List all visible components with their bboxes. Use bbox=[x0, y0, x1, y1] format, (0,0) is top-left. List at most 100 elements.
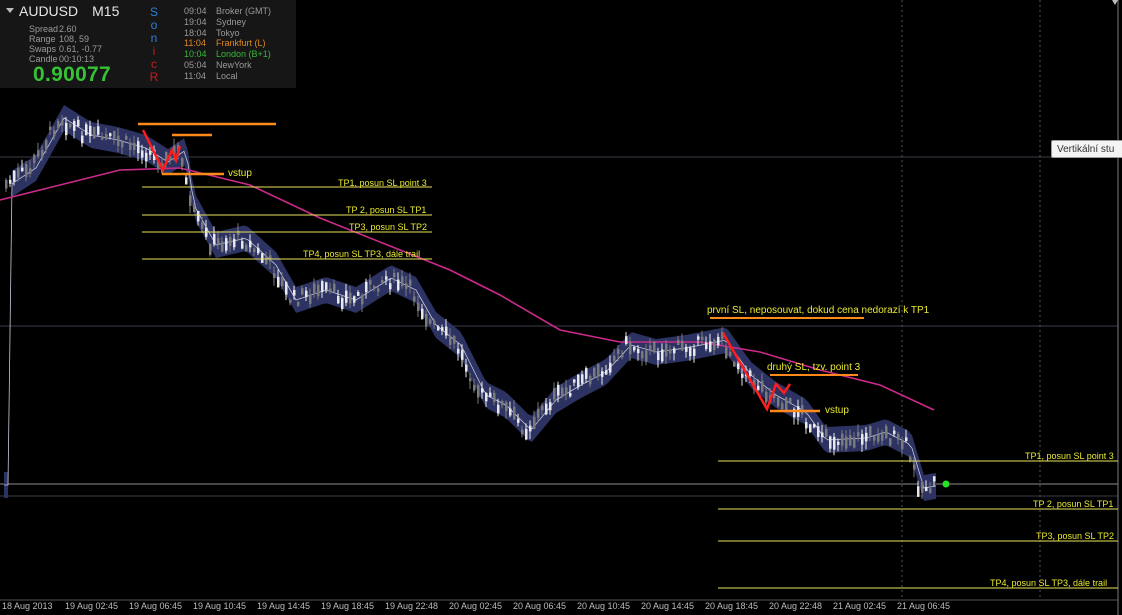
session-time: 05:04 bbox=[184, 59, 207, 70]
candle-body bbox=[589, 376, 592, 385]
candle-body bbox=[49, 126, 52, 131]
stat-value: 2.60 bbox=[59, 24, 77, 34]
candle-body bbox=[9, 179, 12, 184]
candle-body bbox=[441, 327, 444, 331]
candle-body bbox=[509, 408, 512, 416]
stat-label: Spread bbox=[29, 24, 59, 34]
stat-row: Spread 2.60 bbox=[29, 24, 141, 34]
candle-body bbox=[845, 436, 848, 449]
candle-body bbox=[557, 384, 560, 396]
candle-body bbox=[565, 387, 568, 395]
candle-body bbox=[301, 288, 304, 295]
candle-body bbox=[17, 167, 20, 178]
candle-body bbox=[129, 142, 132, 150]
chevron-down-icon[interactable] bbox=[6, 8, 14, 13]
candle-body bbox=[629, 341, 632, 355]
time-axis: 18 Aug 2013 19 Aug 02:45 19 Aug 06:45 19… bbox=[0, 601, 1122, 615]
candle-body bbox=[233, 238, 236, 248]
chart-area[interactable]: AUDUSD M15 Spread 2.60 Range 108, 59 Swaps 0… bbox=[0, 0, 1122, 615]
candle-body bbox=[237, 230, 240, 236]
candle-body bbox=[645, 350, 648, 362]
candle-body bbox=[673, 348, 676, 354]
candle-body bbox=[41, 149, 44, 158]
symbol-name: AUDUSD bbox=[19, 3, 79, 19]
candle-body bbox=[525, 428, 528, 440]
candle-body bbox=[513, 406, 516, 420]
candle-body bbox=[609, 362, 612, 373]
candle-body bbox=[837, 441, 840, 445]
candle-body bbox=[449, 335, 452, 345]
candle-body bbox=[217, 238, 220, 245]
candle-body bbox=[601, 371, 604, 377]
candle-body bbox=[737, 363, 740, 370]
candle-body bbox=[537, 409, 540, 418]
candle-body bbox=[897, 434, 900, 440]
candle-body bbox=[653, 341, 656, 352]
candle-body bbox=[29, 168, 32, 174]
candle-body bbox=[621, 354, 624, 358]
candle-body bbox=[725, 347, 728, 359]
candle-body bbox=[705, 342, 708, 349]
candle-body bbox=[521, 429, 524, 435]
second-sl-label: druhý SL, tzv. point 3 bbox=[767, 362, 861, 373]
candle-body bbox=[305, 290, 308, 297]
session-name: London (B+1) bbox=[216, 49, 271, 60]
candle-body bbox=[325, 282, 328, 290]
candle-body bbox=[329, 288, 332, 292]
candle-body bbox=[289, 299, 292, 303]
session-clocks: 09:04 Broker (GMT) 19:04 Sydney 18:04 Tokyo… bbox=[184, 6, 271, 82]
tp3-label: TP3, posun SL TP2 bbox=[349, 222, 428, 232]
candle-body bbox=[633, 347, 636, 351]
session-row: 19:04 Sydney bbox=[184, 17, 271, 28]
candle-body bbox=[33, 154, 36, 164]
candle-body bbox=[113, 130, 116, 139]
candle-body bbox=[421, 308, 424, 320]
time-axis-label: 20 Aug 22:48 bbox=[769, 601, 823, 611]
candle-body bbox=[749, 370, 752, 376]
time-axis-label: 20 Aug 18:45 bbox=[705, 601, 759, 611]
candle-body bbox=[193, 205, 196, 212]
time-axis-label: 20 Aug 02:45 bbox=[449, 601, 503, 611]
candle-body bbox=[81, 135, 84, 144]
time-axis-label: 20 Aug 10:45 bbox=[577, 601, 631, 611]
timeframe: M15 bbox=[92, 3, 120, 19]
candle-body bbox=[717, 336, 720, 346]
candle-body bbox=[333, 283, 336, 292]
candle-body bbox=[849, 435, 852, 446]
candle-body bbox=[317, 284, 320, 297]
candle-body bbox=[417, 302, 420, 311]
time-axis-label: 19 Aug 22:48 bbox=[385, 601, 439, 611]
candle-body bbox=[853, 437, 856, 448]
candle-body bbox=[489, 392, 492, 397]
candle-body bbox=[45, 140, 48, 150]
tp3-label: TP3, posun SL TP2 bbox=[1036, 531, 1115, 541]
candle-body bbox=[821, 432, 824, 438]
candle-body bbox=[533, 416, 536, 429]
candle-body bbox=[693, 348, 696, 356]
stat-label: Range bbox=[29, 34, 56, 44]
session-row: 11:04 Local bbox=[184, 71, 271, 82]
candle-body bbox=[149, 151, 152, 155]
candle-body bbox=[777, 397, 780, 407]
session-row: 11:04 Frankfurt (L) bbox=[184, 38, 271, 49]
tp1-label: TP1, posun SL point 3 bbox=[1025, 451, 1114, 461]
chart-canvas[interactable] bbox=[0, 0, 1122, 615]
candle-body bbox=[613, 355, 616, 361]
candle-body bbox=[401, 276, 404, 286]
candle-body bbox=[929, 488, 932, 494]
stats-block: Spread 2.60 Range 108, 59 Swaps 0.61, -0.77… bbox=[29, 24, 141, 64]
session-time: 09:04 bbox=[184, 6, 207, 16]
candle-body bbox=[493, 392, 496, 402]
candle-body bbox=[617, 349, 620, 355]
candle-body bbox=[473, 384, 476, 391]
candle-body bbox=[933, 476, 936, 482]
candle-body bbox=[477, 385, 480, 398]
candle-body bbox=[405, 283, 408, 289]
candle-body bbox=[321, 281, 324, 292]
candle-body bbox=[813, 424, 816, 428]
stat-row: Swaps 0.61, -0.77 bbox=[29, 44, 141, 54]
candle-body bbox=[109, 133, 112, 137]
chart-shift-marker-icon[interactable] bbox=[1112, 0, 1118, 6]
candle-body bbox=[697, 336, 700, 340]
session-time: 11:04 bbox=[184, 70, 206, 81]
